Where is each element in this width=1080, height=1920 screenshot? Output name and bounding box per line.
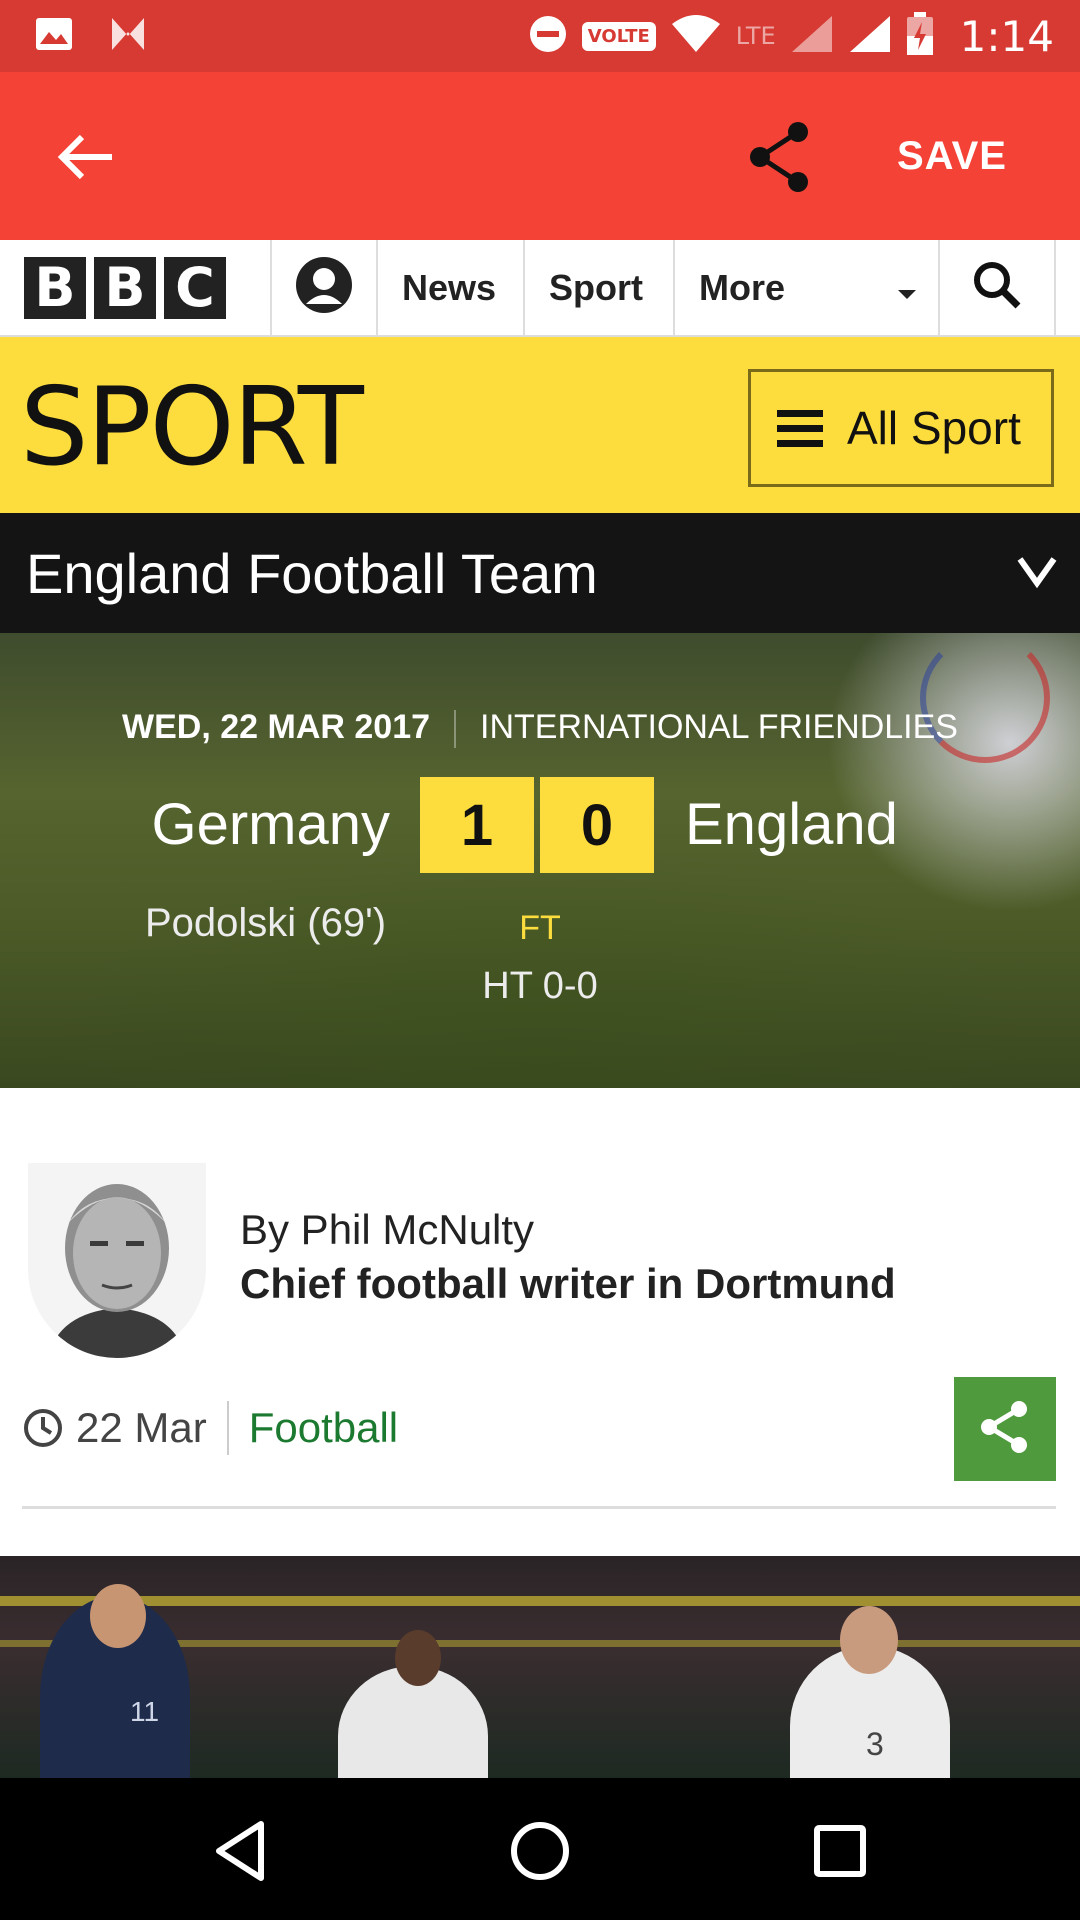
score-row: Germany 1 0 England xyxy=(0,777,1080,873)
signal-icon xyxy=(848,14,892,59)
clock-time: 1:14 xyxy=(959,11,1054,61)
clock-icon xyxy=(22,1407,64,1449)
image-icon xyxy=(34,14,74,59)
bbc-logo-letter: B xyxy=(94,256,156,319)
system-navigation-bar xyxy=(0,1778,1080,1920)
bbc-navigation: B B C News Sport More xyxy=(0,240,1080,337)
volte-badge: VOLTE xyxy=(581,21,656,51)
nav-sport[interactable]: Sport xyxy=(525,240,675,335)
n-icon xyxy=(108,14,148,59)
nav-home-icon[interactable] xyxy=(505,1816,575,1886)
team-title: England Football Team xyxy=(26,542,598,605)
divider xyxy=(22,1506,1056,1509)
bbc-logo-letter: C xyxy=(164,256,226,319)
home-team: Germany xyxy=(151,792,390,857)
author-avatar xyxy=(28,1163,206,1358)
wifi-icon xyxy=(670,14,722,59)
status-bar: VOLTE LTE 1:14 xyxy=(0,0,1080,72)
article-byline: By Phil McNulty Chief football writer in… xyxy=(0,1088,1080,1556)
stadium-rail xyxy=(0,1596,1080,1606)
match-date: WED, 22 MAR 2017 xyxy=(122,708,431,746)
all-sport-label: All Sport xyxy=(847,402,1021,454)
author-role: Chief football writer in Dortmund xyxy=(240,1260,896,1307)
nav-news[interactable]: News xyxy=(378,240,525,335)
caret-down-icon xyxy=(898,290,916,299)
article-date: 22 Mar xyxy=(76,1404,207,1451)
share-icon xyxy=(979,1399,1031,1460)
nav-recents-icon[interactable] xyxy=(805,1816,875,1886)
home-score: 1 xyxy=(420,777,534,873)
bbc-logo-letter: B xyxy=(24,256,86,319)
save-button[interactable]: SAVE xyxy=(897,134,1007,179)
match-status: FT xyxy=(519,909,561,947)
divider xyxy=(226,1401,229,1455)
back-arrow-icon[interactable] xyxy=(50,122,120,192)
article-hero-image[interactable]: 11 3 xyxy=(0,1556,1080,1778)
nav-more[interactable]: More xyxy=(675,240,940,335)
kit-number: 11 xyxy=(130,1696,160,1727)
dnd-icon xyxy=(528,14,568,59)
topic-link[interactable]: Football xyxy=(249,1404,398,1452)
app-bar: SAVE xyxy=(0,72,1080,240)
all-sport-button[interactable]: All Sport xyxy=(748,369,1054,487)
sport-banner: SPORT All Sport xyxy=(0,337,1080,513)
player-head xyxy=(90,1584,146,1648)
match-score-hero: WED, 22 MAR 2017 INTERNATIONAL FRIENDLIES… xyxy=(0,633,1080,1088)
kit-number: 3 xyxy=(866,1726,884,1762)
article-meta: 22 Mar Football xyxy=(22,1398,398,1458)
competition-name: INTERNATIONAL FRIENDLIES xyxy=(480,708,958,746)
account-icon xyxy=(295,256,353,319)
sport-title[interactable]: SPORT xyxy=(20,365,364,490)
divider xyxy=(454,710,457,749)
search-button[interactable] xyxy=(940,240,1056,335)
signal-icon xyxy=(790,14,834,59)
team-bar[interactable]: England Football Team xyxy=(0,513,1080,633)
away-team: England xyxy=(685,792,898,857)
battery-charging-icon xyxy=(906,11,934,61)
nav-more-label: More xyxy=(699,266,786,308)
player-head xyxy=(395,1630,441,1686)
lte-label: LTE xyxy=(735,22,776,50)
menu-icon xyxy=(777,409,823,447)
player-head xyxy=(840,1606,898,1674)
away-score: 0 xyxy=(540,777,654,873)
match-meta: WED, 22 MAR 2017 INTERNATIONAL FRIENDLIES xyxy=(0,708,1080,749)
search-icon xyxy=(972,260,1022,315)
author-name: By Phil McNulty xyxy=(240,1206,535,1253)
nav-back-icon[interactable] xyxy=(205,1816,275,1886)
bbc-logo[interactable]: B B C xyxy=(0,240,272,335)
chevron-down-icon[interactable] xyxy=(1016,553,1058,589)
half-time-score: HT 0-0 xyxy=(482,965,598,1007)
share-icon[interactable] xyxy=(748,120,814,194)
account-button[interactable] xyxy=(272,240,378,335)
share-button[interactable] xyxy=(954,1377,1056,1481)
